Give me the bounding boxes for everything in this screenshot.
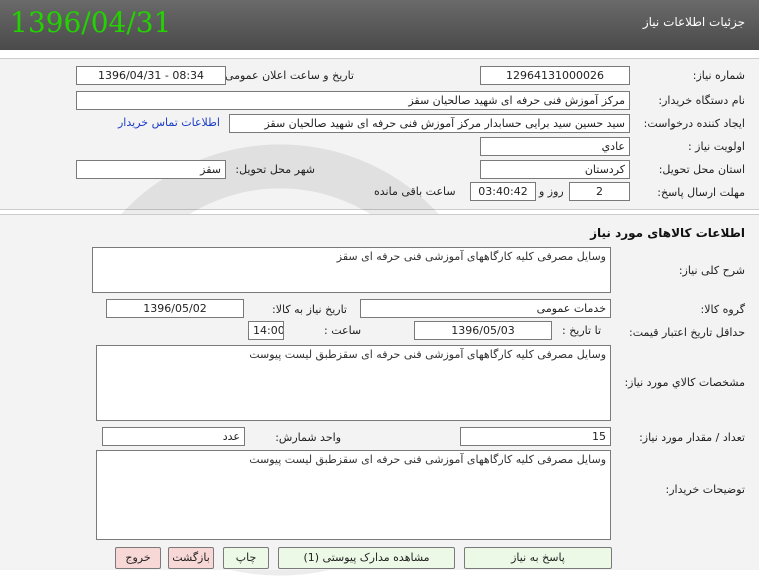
need-number-field: 12964131000026 <box>480 66 630 85</box>
priority-label: اولویت نیاز : <box>687 140 745 153</box>
general-desc-label: شرح کلی نیاز: <box>678 264 745 277</box>
view-attachments-button[interactable]: مشاهده مدارک پیوستی (1) <box>278 547 455 569</box>
requester-label: ایجاد کننده درخواست: <box>643 117 745 130</box>
specs-label: مشخصات کالاي مورد نیاز: <box>624 376 745 389</box>
city-field: سقز <box>76 160 226 179</box>
city-label: شهر محل تحویل: <box>235 163 315 176</box>
validity-date-field: 1396/05/03 <box>414 321 552 340</box>
validity-time-field: 14:00 <box>248 321 284 340</box>
general-desc-textarea: وسایل مصرفی کلیه کارگاههای آموزشی فنی حر… <box>92 247 611 293</box>
province-field: کردستان <box>480 160 630 179</box>
buyer-label: نام دستگاه خریدار: <box>658 94 745 107</box>
goods-group-label: گروه کالا: <box>700 303 745 316</box>
requester-field: سید حسین سید برایی حسابدار مرکز آموزش فن… <box>229 114 630 133</box>
print-button[interactable]: چاپ <box>223 547 269 569</box>
quantity-field: 15 <box>460 427 611 446</box>
need-number-label: شماره نیاز: <box>692 69 745 82</box>
validity-time-label: ساعت : <box>324 324 362 337</box>
reply-button[interactable]: پاسخ به نیاز <box>464 547 612 569</box>
specs-textarea: وسایل مصرفی کلیه کارگاههای آموزشی فنی حر… <box>96 345 611 421</box>
back-button[interactable]: بازگشت <box>168 547 214 569</box>
priority-field: عادي <box>480 137 630 156</box>
days-label: روز و <box>539 185 564 198</box>
unit-field: عدد <box>102 427 245 446</box>
province-label: استان محل تحویل: <box>658 163 745 176</box>
buyer-notes-label: توضیحات خریدار: <box>665 483 746 496</box>
remaining-label: ساعت باقی مانده <box>374 185 456 198</box>
page-title: جزئیات اطلاعات نیاز <box>642 15 745 29</box>
goods-section-title: اطلاعات کالاهای مورد نیاز <box>590 226 745 240</box>
unit-label: واحد شمارش: <box>275 431 341 444</box>
header-date: 1396/04/31 <box>10 6 172 39</box>
announce-date-field: 1396/04/31 - 08:34 <box>76 66 226 85</box>
to-date-label: تا تاریخ : <box>562 324 601 337</box>
buyer-field: مرکز آموزش فنی حرفه ای شهید صالحیان سقز <box>76 91 630 110</box>
goods-group-field: خدمات عمومی <box>360 299 611 318</box>
quantity-label: تعداد / مقدار مورد نیاز: <box>639 431 745 444</box>
announce-date-label: تاریخ و ساعت اعلان عمومی: <box>221 69 354 82</box>
deadline-time-field: 03:40:42 <box>470 182 536 201</box>
deadline-days-field: 2 <box>569 182 630 201</box>
exit-button[interactable]: خروج <box>115 547 161 569</box>
price-validity-label: حداقل تاریخ اعتبار قیمت: <box>629 326 745 339</box>
buyer-contact-link[interactable]: اطلاعات تماس خریدار <box>118 116 220 129</box>
need-date-field: 1396/05/02 <box>106 299 244 318</box>
deadline-label: مهلت ارسال پاسخ: <box>657 186 745 199</box>
buyer-notes-textarea: وسایل مصرفی کلیه کارگاههای آموزشی فنی حر… <box>96 450 611 540</box>
need-date-label: تاریخ نیاز به کالا: <box>272 303 347 316</box>
